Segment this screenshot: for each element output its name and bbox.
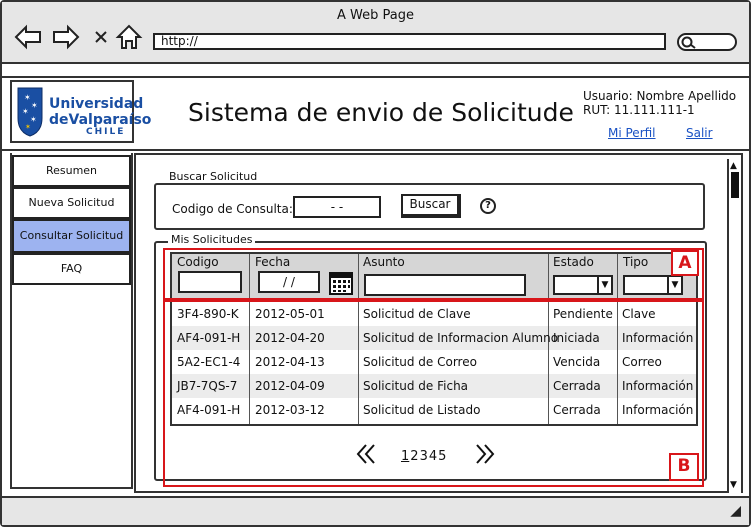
scroll-up-icon[interactable]: ▲ bbox=[730, 162, 737, 171]
scroll-thumb[interactable] bbox=[731, 172, 739, 198]
user-rut: RUT: 11.111.111-1 bbox=[583, 103, 695, 117]
search-button[interactable]: Buscar bbox=[401, 194, 461, 218]
home-icon[interactable] bbox=[115, 24, 143, 50]
annotation-region-b bbox=[163, 300, 704, 487]
resize-grip-icon[interactable]: ◢ bbox=[730, 503, 741, 519]
logout-link[interactable]: Salir bbox=[686, 126, 713, 140]
header-divider bbox=[0, 149, 751, 151]
annotation-label-b: B bbox=[669, 453, 699, 481]
scroll-down-icon[interactable]: ▼ bbox=[730, 481, 737, 490]
viewport-border bbox=[0, 76, 751, 78]
search-icon bbox=[681, 36, 696, 49]
back-arrow-icon[interactable] bbox=[14, 24, 42, 50]
close-icon[interactable] bbox=[90, 24, 112, 50]
requests-legend: Mis Solicitudes bbox=[168, 233, 256, 246]
search-legend: Buscar Solicitud bbox=[166, 170, 261, 183]
vertical-scrollbar[interactable] bbox=[727, 159, 741, 493]
sidebar-item-resumen[interactable]: Resumen bbox=[12, 155, 131, 187]
svg-text:✶: ✶ bbox=[24, 93, 31, 102]
svg-text:✶: ✶ bbox=[30, 115, 37, 124]
user-name: Usuario: Nombre Apellido bbox=[583, 89, 737, 103]
browser-search-field[interactable] bbox=[677, 33, 737, 51]
annotation-region-a bbox=[163, 248, 704, 300]
search-code-label: Codigo de Consulta: bbox=[172, 202, 293, 216]
sidebar-item-nueva-solicitud[interactable]: Nueva Solicitud bbox=[12, 187, 131, 219]
sidebar-item-faq[interactable]: FAQ bbox=[12, 253, 131, 285]
svg-text:✶: ✶ bbox=[25, 123, 31, 131]
sidebar-item-consultar-solicitud[interactable]: Consultar Solicitud bbox=[12, 219, 131, 253]
logo-text-line1: Universidad bbox=[49, 96, 144, 112]
window-title: A Web Page bbox=[337, 8, 414, 23]
svg-text:✶: ✶ bbox=[22, 107, 29, 116]
profile-link[interactable]: Mi Perfil bbox=[608, 126, 656, 140]
logo-country: CHILE bbox=[86, 127, 126, 137]
forward-arrow-icon[interactable] bbox=[52, 24, 80, 50]
page-title: Sistema de envio de Solicitude bbox=[188, 98, 574, 127]
logo-text-line2: deValparaíso bbox=[49, 112, 152, 128]
address-bar[interactable]: http:// bbox=[153, 33, 666, 50]
search-code-input[interactable]: - - bbox=[293, 196, 381, 218]
university-logo: ✶ ✶ ✶ ✶ ✶ Universidad deValparaíso CHILE bbox=[10, 80, 151, 143]
browser-status-bar: ◢ bbox=[2, 496, 749, 525]
crest-icon: ✶ ✶ ✶ ✶ ✶ bbox=[17, 87, 43, 137]
svg-text:✶: ✶ bbox=[31, 101, 38, 110]
help-icon[interactable]: ? bbox=[480, 198, 496, 214]
annotation-label-a: A bbox=[671, 250, 699, 276]
